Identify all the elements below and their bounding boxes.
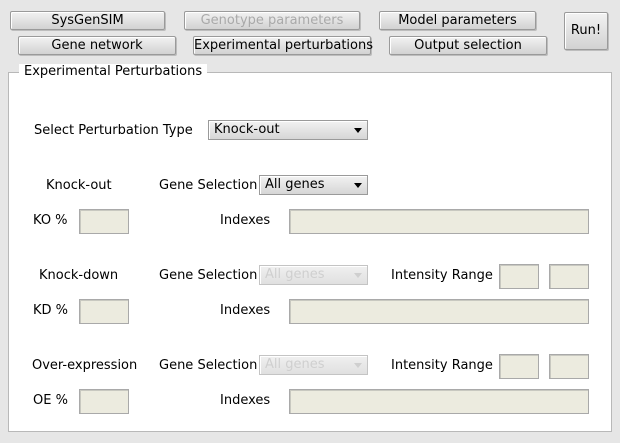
genotype-parameters-button: Genotype parameters <box>184 11 360 30</box>
knockdown-gene-selection-select: All genes <box>259 265 368 285</box>
overexpression-intensity-range-label: Intensity Range <box>391 358 493 373</box>
knockdown-intensity-min-input[interactable] <box>499 264 539 289</box>
run-button[interactable]: Run! <box>564 12 608 50</box>
section-divider <box>29 336 589 337</box>
knockout-indexes-label: Indexes <box>220 213 271 228</box>
knockdown-gene-selection-label: Gene Selection <box>159 268 258 283</box>
knockout-gene-selection-label: Gene Selection <box>159 178 258 193</box>
knockdown-indexes-input[interactable] <box>289 299 589 324</box>
knockdown-title: Knock-down <box>39 268 119 283</box>
ko-percent-input[interactable] <box>79 209 129 234</box>
knockout-title: Knock-out <box>46 178 112 193</box>
knockdown-intensity-range-label: Intensity Range <box>391 268 493 283</box>
chevron-down-icon <box>354 183 362 188</box>
overexpression-gene-selection-label: Gene Selection <box>159 358 258 373</box>
knockout-gene-selection-value: All genes <box>265 177 325 192</box>
overexpression-indexes-label: Indexes <box>220 393 271 408</box>
kd-percent-label: KD % <box>33 303 69 318</box>
sysgensim-button[interactable]: SysGenSIM <box>10 11 165 30</box>
knockout-gene-selection-select[interactable]: All genes <box>259 175 368 195</box>
ko-percent-label: KO % <box>33 213 68 228</box>
oe-percent-label: OE % <box>33 393 68 408</box>
section-divider <box>29 156 589 157</box>
experimental-perturbations-button[interactable]: Experimental perturbations <box>193 36 373 55</box>
model-parameters-button[interactable]: Model parameters <box>379 11 536 30</box>
perturbation-type-select[interactable]: Knock-out <box>208 120 368 140</box>
knockdown-indexes-label: Indexes <box>220 303 271 318</box>
gene-network-button[interactable]: Gene network <box>18 36 176 55</box>
perturbation-type-value: Knock-out <box>214 122 280 137</box>
overexpression-intensity-min-input[interactable] <box>499 354 539 379</box>
chevron-down-icon <box>354 363 362 368</box>
kd-percent-input[interactable] <box>79 299 129 324</box>
section-divider <box>29 246 589 247</box>
knockdown-gene-selection-value: All genes <box>265 267 325 282</box>
overexpression-intensity-max-input[interactable] <box>549 354 589 379</box>
overexpression-gene-selection-value: All genes <box>265 357 325 372</box>
perturbation-type-label: Select Perturbation Type <box>34 123 193 138</box>
knockout-indexes-input[interactable] <box>289 209 589 234</box>
oe-percent-input[interactable] <box>79 389 129 414</box>
overexpression-indexes-input[interactable] <box>289 389 589 414</box>
panel-title: Experimental Perturbations <box>19 64 208 80</box>
overexpression-title: Over-expression <box>32 358 138 373</box>
overexpression-gene-selection-select: All genes <box>259 355 368 375</box>
knockdown-intensity-max-input[interactable] <box>549 264 589 289</box>
chevron-down-icon <box>354 128 362 133</box>
output-selection-button[interactable]: Output selection <box>389 36 547 55</box>
chevron-down-icon <box>354 273 362 278</box>
